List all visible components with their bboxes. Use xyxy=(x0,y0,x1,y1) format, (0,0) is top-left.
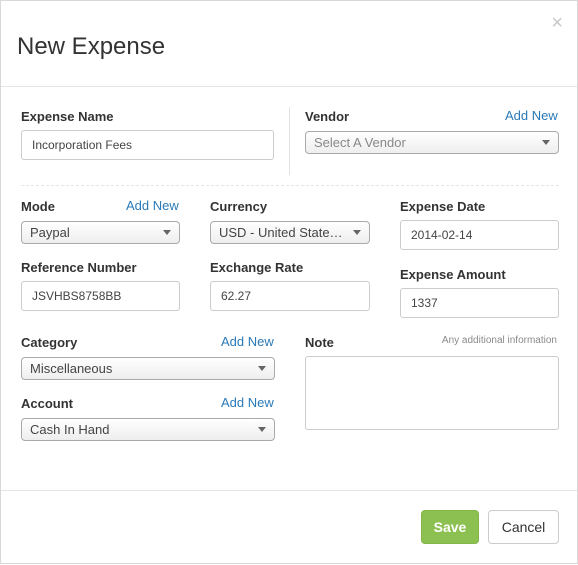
add-mode-link[interactable]: Add New xyxy=(126,198,179,213)
mode-label: Mode xyxy=(21,199,55,214)
note-hint: Any additional information xyxy=(441,335,557,346)
account-label: Account xyxy=(21,396,73,411)
expense-amount-input[interactable]: 1337 xyxy=(400,288,559,318)
account-select-value: Cash In Hand xyxy=(30,422,110,437)
exchange-rate-input[interactable]: 62.27 xyxy=(210,281,370,311)
exchange-rate-label: Exchange Rate xyxy=(210,260,304,275)
close-icon[interactable]: × xyxy=(551,13,563,33)
account-select[interactable]: Cash In Hand xyxy=(21,418,275,441)
mode-select-value: Paypal xyxy=(30,225,70,240)
modal-header: New Expense × xyxy=(1,1,577,87)
add-account-link[interactable]: Add New xyxy=(221,395,274,410)
cancel-button[interactable]: Cancel xyxy=(488,510,559,544)
column-divider xyxy=(289,107,290,175)
expense-date-input[interactable]: 2014-02-14 xyxy=(400,220,559,250)
chevron-down-icon xyxy=(353,230,361,235)
currency-select-value: USD - United States Dollar xyxy=(219,225,347,240)
chevron-down-icon xyxy=(542,140,550,145)
category-label: Category xyxy=(21,335,78,350)
expense-date-label: Expense Date xyxy=(400,199,486,214)
chevron-down-icon xyxy=(258,366,266,371)
note-textarea[interactable] xyxy=(305,356,559,430)
vendor-select[interactable]: Select A Vendor xyxy=(305,131,559,154)
note-label: Note xyxy=(305,335,334,350)
currency-label: Currency xyxy=(210,199,268,214)
add-vendor-link[interactable]: Add New xyxy=(505,108,558,123)
expense-amount-label: Expense Amount xyxy=(400,267,506,282)
new-expense-modal: New Expense × Expense Name Incorporation… xyxy=(0,0,578,564)
category-select[interactable]: Miscellaneous xyxy=(21,357,275,380)
modal-title: New Expense xyxy=(17,33,166,60)
currency-select[interactable]: USD - United States Dollar xyxy=(210,221,370,244)
reference-number-input[interactable]: JSVHBS8758BB xyxy=(21,281,180,311)
add-category-link[interactable]: Add New xyxy=(221,334,274,349)
reference-number-label: Reference Number xyxy=(21,260,137,275)
vendor-select-placeholder: Select A Vendor xyxy=(314,135,406,150)
chevron-down-icon xyxy=(258,427,266,432)
save-button[interactable]: Save xyxy=(421,510,479,544)
vendor-label: Vendor xyxy=(305,109,350,124)
expense-name-label: Expense Name xyxy=(21,109,114,124)
expense-name-input[interactable]: Incorporation Fees xyxy=(21,130,274,160)
section-divider xyxy=(21,185,559,186)
category-select-value: Miscellaneous xyxy=(30,361,113,376)
mode-select[interactable]: Paypal xyxy=(21,221,180,244)
chevron-down-icon xyxy=(163,230,171,235)
